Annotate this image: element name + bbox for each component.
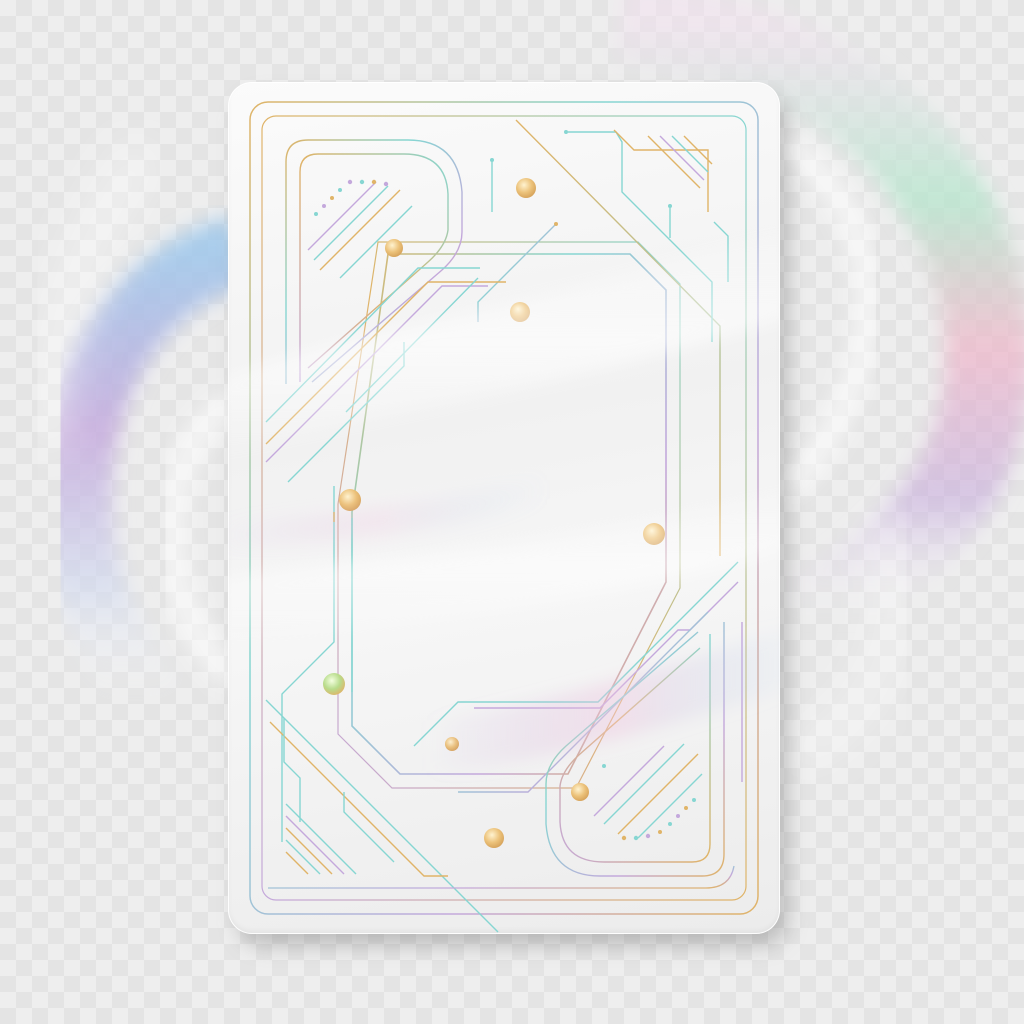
node-dot: [339, 489, 361, 511]
circuit-pattern: [228, 101, 780, 933]
node-dot: [323, 673, 345, 695]
swirl-left-band: [28, 136, 251, 721]
canvas: [0, 0, 1024, 1024]
bottom-traces: [268, 865, 735, 889]
node-dot: [516, 178, 536, 198]
card-gloss: [228, 230, 780, 772]
node-dot: [571, 783, 589, 801]
holographic-card: [228, 82, 780, 934]
node-dot: [385, 239, 403, 257]
top-right-trace-dots: [490, 130, 672, 226]
node-dot: [484, 828, 504, 848]
